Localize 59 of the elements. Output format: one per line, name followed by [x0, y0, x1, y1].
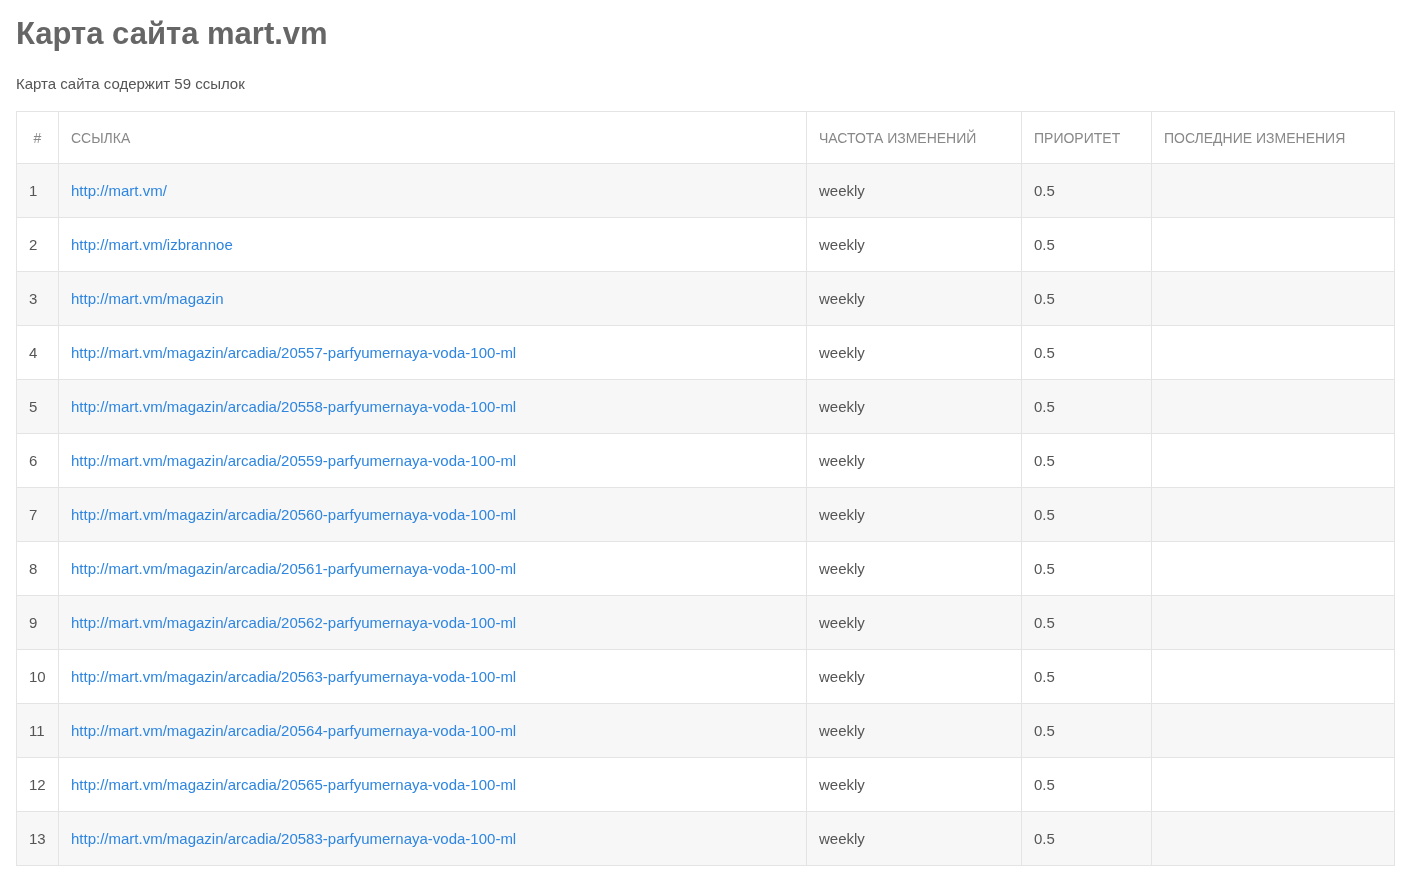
table-cell: weekly: [806, 163, 1022, 218]
row-number: 7: [16, 487, 59, 542]
table-cell: weekly: [806, 649, 1022, 704]
table-cell: weekly: [806, 433, 1022, 488]
table-cell: weekly: [806, 271, 1022, 326]
url-link[interactable]: http://mart.vm/magazin/arcadia/20558-parfyumernaya-voda-100-ml: [71, 398, 517, 415]
url-link[interactable]: http://mart.vm/magazin/arcadia/20561-parfyumernaya-voda-100-ml: [71, 560, 517, 577]
table-cell: 0.5: [1021, 811, 1152, 866]
table-cell: weekly: [806, 541, 1022, 596]
row-number: 4: [16, 325, 59, 380]
url-link[interactable]: http://mart.vm/magazin: [71, 290, 224, 307]
page-title: Карта сайта mart.vm: [16, 15, 329, 53]
table-cell: weekly: [806, 487, 1022, 542]
table-cell: weekly: [806, 325, 1022, 380]
table-cell: 0.5: [1021, 163, 1152, 218]
table-cell: 0.5: [1021, 649, 1152, 704]
table-cell: 0.5: [1021, 757, 1152, 812]
table-cell: weekly: [806, 217, 1022, 272]
row-number: 12: [16, 757, 59, 812]
column-header: ПРИОРИТЕТ: [1021, 111, 1152, 164]
row-number: 1: [16, 163, 59, 218]
column-header: ПОСЛЕДНИЕ ИЗМЕНЕНИЯ: [1151, 111, 1395, 164]
column-header: #: [16, 111, 59, 164]
column-header: ССЫЛКА: [58, 111, 807, 164]
row-number: 13: [16, 811, 59, 866]
table-cell: 0.5: [1021, 271, 1152, 326]
row-number: 10: [16, 649, 59, 704]
row-number: 3: [16, 271, 59, 326]
row-number: 2: [16, 217, 59, 272]
table-cell: 0.5: [1021, 595, 1152, 650]
table-cell: weekly: [806, 811, 1022, 866]
table-cell: weekly: [806, 379, 1022, 434]
table-cell: 0.5: [1021, 433, 1152, 488]
table-cell: weekly: [806, 703, 1022, 758]
table-cell: weekly: [806, 757, 1022, 812]
row-number: 5: [16, 379, 59, 434]
url-link[interactable]: http://mart.vm/magazin/arcadia/20564-parfyumernaya-voda-100-ml: [71, 722, 517, 739]
table-cell: 0.5: [1021, 487, 1152, 542]
table-cell: 0.5: [1021, 325, 1152, 380]
url-link[interactable]: http://mart.vm/magazin/arcadia/20583-parfyumernaya-voda-100-ml: [71, 830, 517, 847]
table-cell: 0.5: [1021, 703, 1152, 758]
table-cell: 0.5: [1021, 217, 1152, 272]
row-number: 8: [16, 541, 59, 596]
row-number: 6: [16, 433, 59, 488]
url-link[interactable]: http://mart.vm/magazin/arcadia/20560-parfyumernaya-voda-100-ml: [71, 506, 517, 523]
url-link[interactable]: http://mart.vm/magazin/arcadia/20562-parfyumernaya-voda-100-ml: [71, 614, 517, 631]
url-link[interactable]: http://mart.vm/magazin/arcadia/20563-parfyumernaya-voda-100-ml: [71, 668, 517, 685]
url-link[interactable]: http://mart.vm/: [71, 182, 167, 199]
url-link[interactable]: http://mart.vm/magazin/arcadia/20557-parfyumernaya-voda-100-ml: [71, 344, 517, 361]
table-cell: 0.5: [1021, 379, 1152, 434]
url-link[interactable]: http://mart.vm/izbrannoe: [71, 236, 233, 253]
row-number: 9: [16, 595, 59, 650]
link-count-text: Карта сайта содержит 59 ссылок: [16, 74, 246, 94]
table-cell: 0.5: [1021, 541, 1152, 596]
url-link[interactable]: http://mart.vm/magazin/arcadia/20559-parfyumernaya-voda-100-ml: [71, 452, 517, 469]
column-header: ЧАСТОТА ИЗМЕНЕНИЙ: [806, 111, 1022, 164]
url-link[interactable]: http://mart.vm/magazin/arcadia/20565-parfyumernaya-voda-100-ml: [71, 776, 517, 793]
row-number: 11: [16, 703, 59, 758]
table-cell: weekly: [806, 595, 1022, 650]
